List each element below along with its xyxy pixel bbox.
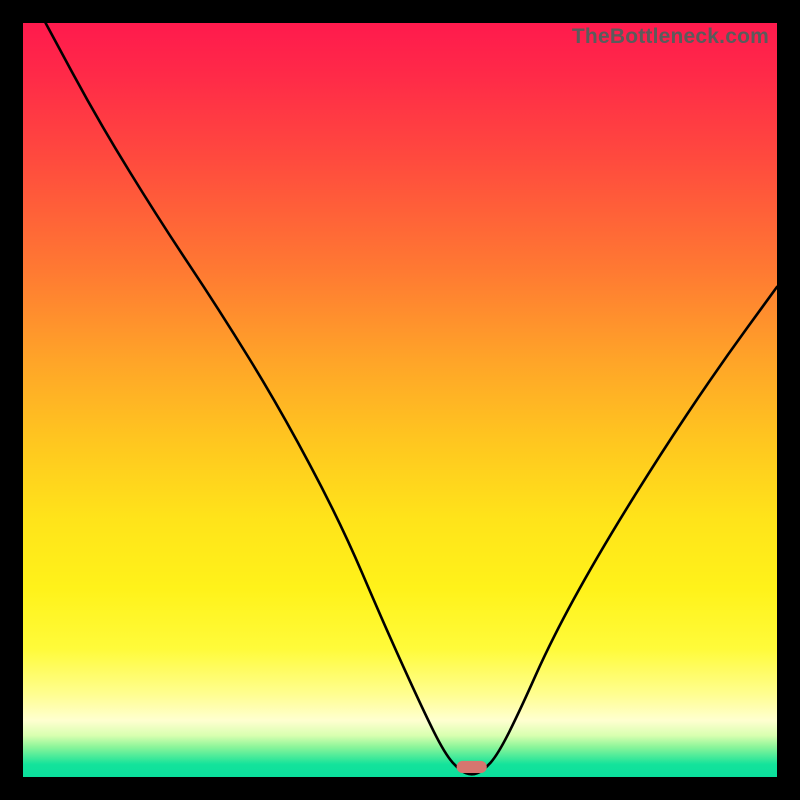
- optimum-marker: [457, 761, 487, 773]
- curve-path: [46, 23, 777, 774]
- plot-area: TheBottleneck.com: [23, 23, 777, 777]
- chart-frame: TheBottleneck.com: [0, 0, 800, 800]
- bottleneck-curve: [23, 23, 777, 777]
